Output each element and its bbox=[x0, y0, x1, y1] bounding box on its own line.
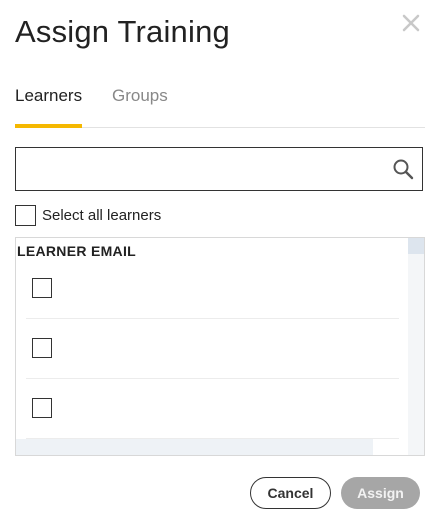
cancel-button[interactable]: Cancel bbox=[250, 477, 331, 509]
learner-checkbox[interactable] bbox=[32, 398, 52, 418]
learner-list: LEARNER EMAIL bbox=[15, 237, 425, 456]
list-item[interactable] bbox=[26, 320, 399, 379]
search-box bbox=[15, 147, 423, 191]
select-all-checkbox[interactable] bbox=[15, 204, 36, 226]
tab-bar: Learners Groups bbox=[15, 86, 425, 128]
learner-checkbox[interactable] bbox=[32, 338, 52, 358]
learner-email bbox=[59, 326, 359, 372]
close-icon[interactable] bbox=[400, 12, 422, 34]
learner-email bbox=[59, 386, 359, 432]
horizontal-scrollbar[interactable] bbox=[16, 439, 373, 455]
vertical-scrollbar[interactable] bbox=[408, 238, 424, 455]
tab-learners[interactable]: Learners bbox=[15, 86, 83, 128]
learner-email bbox=[59, 266, 359, 312]
learner-email-header: LEARNER EMAIL bbox=[17, 243, 137, 259]
scrollbar-thumb[interactable] bbox=[408, 238, 424, 254]
dialog-title: Assign Training bbox=[15, 14, 230, 49]
list-item[interactable] bbox=[26, 260, 399, 319]
search-icon[interactable] bbox=[392, 158, 414, 180]
select-all-learners[interactable]: Select all learners bbox=[15, 204, 161, 226]
tab-groups[interactable]: Groups bbox=[112, 86, 168, 127]
select-all-label: Select all learners bbox=[42, 206, 162, 224]
search-input[interactable] bbox=[24, 154, 378, 186]
list-item[interactable] bbox=[26, 380, 399, 439]
assign-button[interactable]: Assign bbox=[341, 477, 420, 509]
learner-checkbox[interactable] bbox=[32, 278, 52, 298]
